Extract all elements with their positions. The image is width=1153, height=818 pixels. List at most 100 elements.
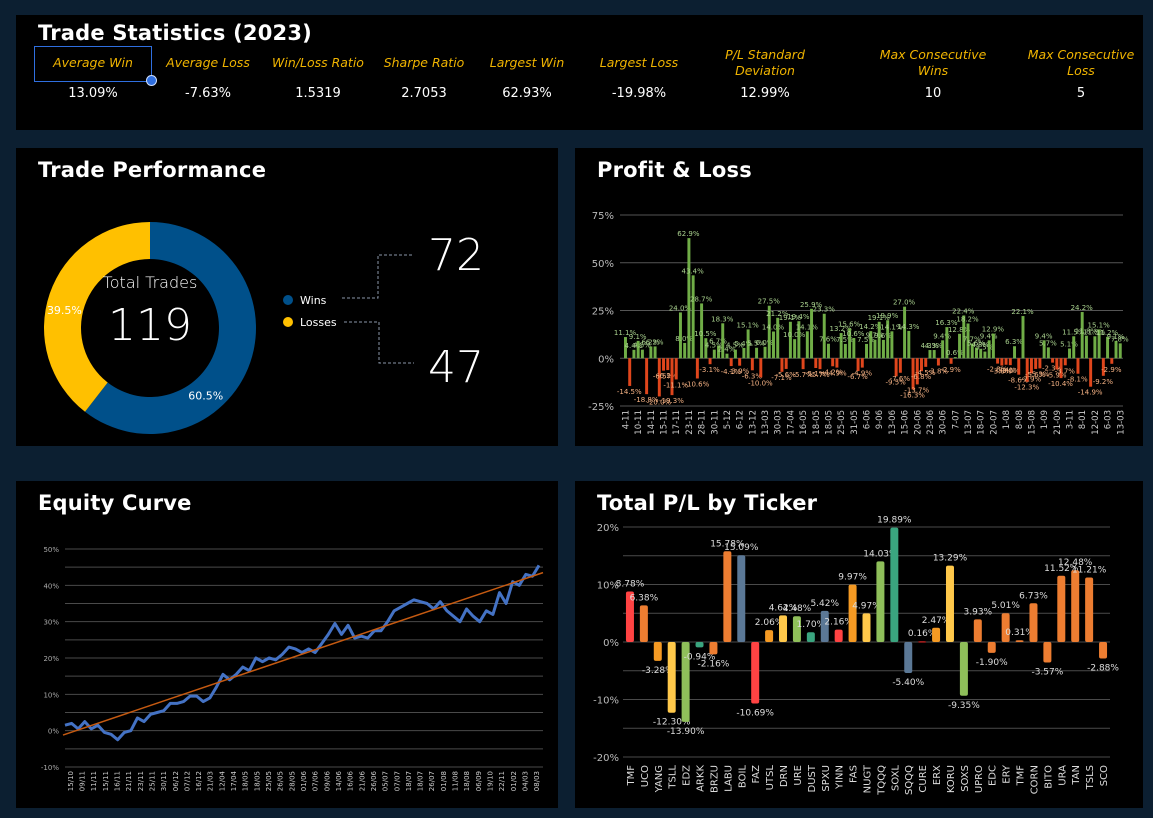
pl-data-label: 6.0% — [756, 339, 774, 347]
pl-data-label: 9.6% — [874, 332, 892, 340]
x-tick-label: 16/12 — [195, 771, 203, 791]
pl-data-label: 62.9% — [677, 230, 700, 238]
x-tick-label: 13-03 — [1116, 410, 1126, 435]
pl-data-label: -14.5% — [617, 388, 642, 396]
ticker-bar-tsll — [667, 642, 676, 713]
ticker-bar-yinn — [834, 629, 843, 642]
x-tick-label: 6-12 — [736, 410, 746, 429]
y-tick-label: 75% — [592, 211, 614, 222]
pl-data-label: 5.7% — [1039, 339, 1057, 347]
pl-data-label: -14.9% — [1078, 389, 1103, 397]
pl-bar — [733, 349, 737, 359]
x-tick-label: DUST — [807, 764, 818, 792]
ticker-data-label: 19.89% — [877, 516, 912, 526]
x-tick-label: 18/07 — [417, 771, 425, 791]
x-tick-label: 16-05 — [799, 410, 809, 435]
ticker-bar-boil — [737, 555, 746, 642]
x-tick-label: 30-11 — [710, 410, 720, 435]
x-tick-label: 26/05 — [277, 771, 285, 791]
pl-bar — [695, 358, 699, 379]
y-tick-label: 25% — [592, 307, 614, 318]
pl-data-label: -19.3% — [659, 397, 684, 405]
pl-bar — [640, 349, 644, 359]
y-tick-label: -25% — [588, 402, 614, 413]
wins-connector-line — [342, 254, 414, 299]
legend-marker-losses — [283, 317, 293, 327]
x-tick-label: BRZU — [709, 765, 720, 793]
stat-p-l-standard-deviation[interactable]: P/L Standard Deviation 12.99% — [695, 45, 835, 101]
donut-percent-label: 60.5% — [188, 389, 223, 402]
x-tick-label: 13-12 — [748, 410, 758, 435]
x-tick-label: KORU — [946, 765, 957, 793]
pl-bar — [1046, 347, 1050, 359]
x-tick-label: 18/05 — [242, 771, 250, 791]
x-tick-label: ERY — [1002, 764, 1013, 784]
ticker-data-label: 9.97% — [838, 573, 867, 583]
pl-bar — [881, 339, 885, 359]
pl-bar — [1008, 358, 1012, 366]
pl-bar — [784, 358, 788, 369]
legend-marker-wins — [283, 295, 293, 305]
pl-data-label: 4.3% — [925, 342, 943, 350]
x-tick-label: 08/03 — [533, 771, 541, 791]
ticker-bar-ura — [1057, 575, 1066, 642]
x-tick-label: NUGT — [863, 764, 874, 793]
x-tick-label: TAN — [1071, 765, 1082, 786]
cell-selection-box[interactable] — [34, 46, 152, 82]
x-tick-label: URE — [793, 765, 804, 786]
pl-bar — [742, 347, 746, 359]
x-tick-label: 20-06 — [913, 410, 923, 435]
stat-value: -19.98% — [611, 86, 667, 101]
stat-largest-loss[interactable]: Largest Loss -19.98% — [569, 45, 709, 101]
y-tick-label: 0% — [48, 728, 59, 736]
ticker-pl-chart: 20%10%0%-10%-20%8.78%TMF6.38%UCO-3.28%YA… — [593, 516, 1119, 796]
x-tick-label: CORN — [1029, 765, 1040, 794]
pl-bar — [755, 347, 759, 359]
x-tick-label: 21-09 — [1053, 410, 1063, 435]
total-trades-value: 119 — [108, 300, 192, 351]
pl-bar — [949, 358, 953, 364]
pl-bar — [1034, 358, 1038, 369]
stat-label: P/L Standard Deviation — [725, 47, 805, 78]
total-trades-label: Total Trades — [102, 273, 198, 292]
ticker-bar-edc — [987, 642, 996, 653]
x-tick-label: 18-05 — [824, 410, 834, 435]
x-tick-label: 20-07 — [989, 410, 999, 435]
pl-data-label: 15.1% — [737, 321, 760, 329]
x-tick-label: 16/11 — [113, 771, 121, 791]
pl-bar — [958, 333, 962, 359]
x-tick-label: SCO — [1099, 765, 1110, 786]
pl-bar — [810, 308, 814, 359]
pl-bar — [818, 358, 822, 370]
ticker-data-label: 3.93% — [964, 607, 993, 617]
x-tick-label: ERX — [932, 765, 943, 785]
stat-label: Max Consecutive Loss — [1027, 47, 1135, 78]
pl-bar — [843, 343, 847, 359]
selection-resize-handle[interactable] — [146, 75, 157, 86]
pl-bar — [928, 350, 932, 359]
profit-loss-chart: 75%50%25%0%-25%11.1%-14.5%4.4%9.1%4.5%-1… — [588, 211, 1129, 435]
pl-data-label: -3.6% — [1000, 367, 1021, 375]
x-tick-label: UTSL — [765, 765, 776, 791]
stat-max-consecutive-loss[interactable]: Max Consecutive Loss 5 — [1011, 45, 1151, 101]
ticker-bar-erx — [932, 627, 941, 642]
stat-value: 10 — [924, 86, 942, 101]
x-tick-label: CURE — [918, 765, 929, 793]
x-tick-label: 18/07 — [405, 771, 413, 791]
pl-data-label: -2.9% — [1101, 366, 1122, 374]
ticker-bar-sco — [1099, 642, 1108, 659]
x-tick-label: BOIL — [737, 765, 748, 789]
x-tick-label: 6-03 — [1104, 410, 1114, 429]
stat-max-consecutive-wins[interactable]: Max Consecutive Wins 10 — [863, 45, 1003, 101]
pl-data-label: 27.5% — [758, 298, 781, 306]
x-tick-label: 26/06 — [370, 770, 378, 791]
ticker-bar-koru — [945, 565, 954, 642]
stat-value: 12.99% — [740, 86, 790, 101]
x-tick-label: 13-06 — [888, 410, 898, 435]
x-tick-label: 26/07 — [428, 771, 436, 791]
x-tick-label: 18-07 — [977, 410, 987, 435]
pl-data-label: -7.6% — [890, 375, 911, 383]
ticker-data-label: -10.69% — [736, 708, 774, 718]
ticker-data-label: 4.48% — [783, 604, 812, 614]
ticker-data-label: -9.35% — [948, 701, 980, 711]
